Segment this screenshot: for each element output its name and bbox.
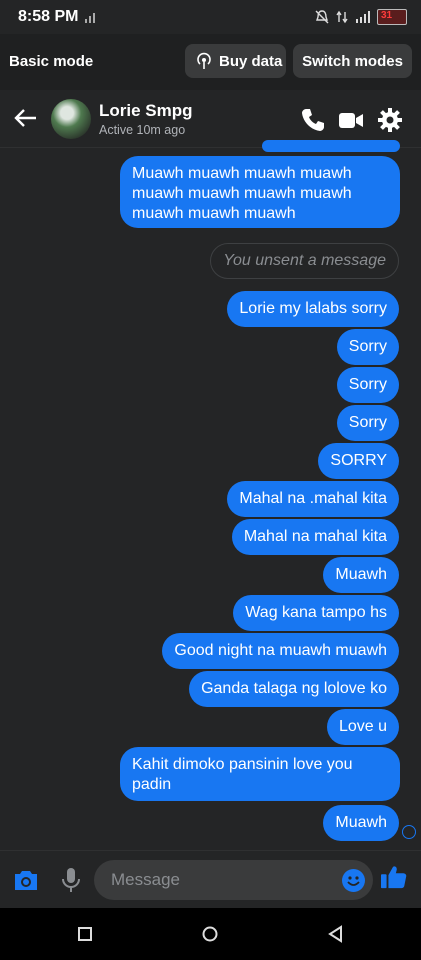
settings-gear-icon[interactable] (377, 107, 403, 133)
chat-thread[interactable]: Muawh muawh muawh muawh muawh muawh muaw… (0, 140, 421, 848)
message-bubble[interactable]: Muawh (323, 805, 399, 841)
sent-check-icon (402, 825, 416, 839)
message-bubble[interactable]: Love u (326, 709, 399, 745)
message-bubble[interactable]: Kahit dimoko pansinin love you padin (120, 747, 400, 801)
data-transfer-icon (336, 10, 348, 24)
home-icon[interactable] (201, 925, 219, 943)
message-bubble[interactable]: Muawh (323, 557, 399, 593)
video-icon[interactable] (338, 107, 364, 133)
mute-notification-icon (315, 10, 329, 24)
battery-level: 31 (381, 10, 393, 21)
message-bubble[interactable]: SORRY (318, 443, 399, 479)
broadcast-icon (197, 52, 211, 69)
unsent-message-notice: You unsent a message (210, 243, 399, 279)
active-status: Active 10m ago (99, 123, 186, 137)
message-bubble[interactable]: Sorry (336, 367, 399, 403)
status-bar: 8:58 PM 31 (0, 0, 421, 34)
message-bubble-partial[interactable] (262, 140, 400, 152)
status-time: 8:58 PM (18, 8, 79, 25)
system-navigation-bar (0, 908, 421, 960)
back-arrow-icon[interactable] (14, 108, 38, 128)
message-bubble[interactable]: Sorry (336, 405, 399, 441)
avatar[interactable] (51, 99, 91, 139)
mode-bar: Basic mode Buy data Switch modes (0, 34, 421, 90)
mode-title: Basic mode (9, 53, 94, 70)
message-input[interactable]: Message (94, 860, 373, 900)
emoji-icon[interactable] (342, 869, 365, 892)
message-bubble[interactable]: Mahal na mahal kita (231, 519, 399, 555)
message-bubble[interactable]: Wag kana tampo hs (233, 595, 399, 631)
buy-data-button[interactable]: Buy data (185, 44, 286, 78)
message-bubble[interactable]: Mahal na .mahal kita (227, 481, 399, 517)
battery-icon: 31 (377, 9, 407, 25)
composer-bar: Message (0, 850, 421, 909)
microphone-icon[interactable] (57, 867, 85, 893)
message-bubble[interactable]: Muawh muawh muawh muawh muawh muawh muaw… (120, 156, 400, 228)
thumbs-up-icon[interactable] (380, 864, 408, 890)
contact-name[interactable]: Lorie Smpg (99, 101, 193, 121)
message-bubble[interactable]: Good night na muawh muawh (162, 633, 399, 669)
switch-modes-label: Switch modes (302, 52, 403, 70)
buy-data-label: Buy data (219, 52, 283, 70)
message-bubble[interactable]: Lorie my lalabs sorry (227, 291, 399, 327)
recent-apps-icon[interactable] (76, 925, 94, 943)
cell-signal-icon (356, 11, 370, 23)
signal-icon (85, 13, 95, 23)
back-nav-icon[interactable] (327, 925, 345, 943)
phone-icon[interactable] (300, 107, 326, 133)
message-bubble[interactable]: Ganda talaga ng lolove ko (189, 671, 399, 707)
status-icons: 31 (315, 9, 407, 25)
message-bubble[interactable]: Sorry (336, 329, 399, 365)
switch-modes-button[interactable]: Switch modes (293, 44, 412, 78)
message-input-placeholder: Message (111, 870, 180, 889)
camera-icon[interactable] (12, 867, 40, 893)
